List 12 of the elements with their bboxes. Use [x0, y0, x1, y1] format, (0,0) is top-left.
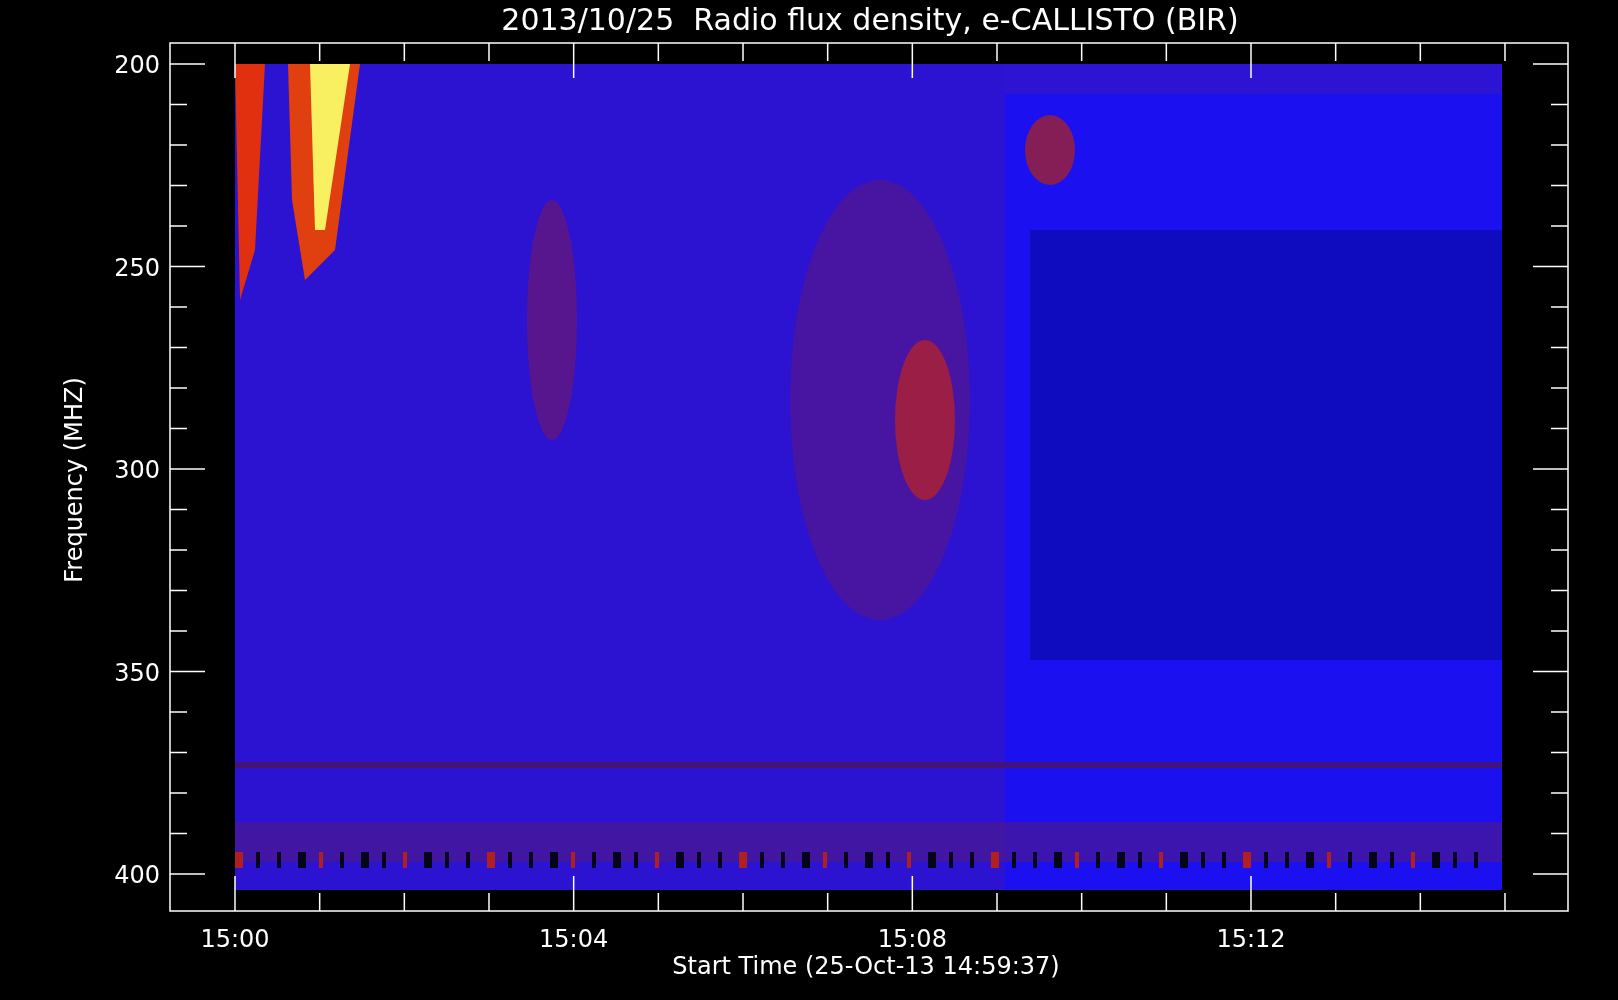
- axis-tick-label: 300: [114, 456, 160, 484]
- axis-tick-label: 15:08: [877, 925, 947, 953]
- axis-tick-label: 15:00: [200, 925, 270, 953]
- axis-tick-label: 250: [114, 253, 160, 282]
- axis-tick-label: 400: [114, 861, 160, 889]
- axis-tick-label: 200: [114, 51, 160, 79]
- axis-title: Start Time (25-Oct-13 14:59:37): [672, 952, 1060, 980]
- axis-tick-label: 15:04: [539, 925, 609, 953]
- chart-title: 2013/10/25 Radio flux density, e-CALLISTO (BIR): [501, 2, 1239, 37]
- axis-tick-label: 15:12: [1216, 925, 1286, 953]
- axis-tick-label: 350: [114, 658, 160, 687]
- axis-title: Frequency (MHZ): [60, 377, 88, 583]
